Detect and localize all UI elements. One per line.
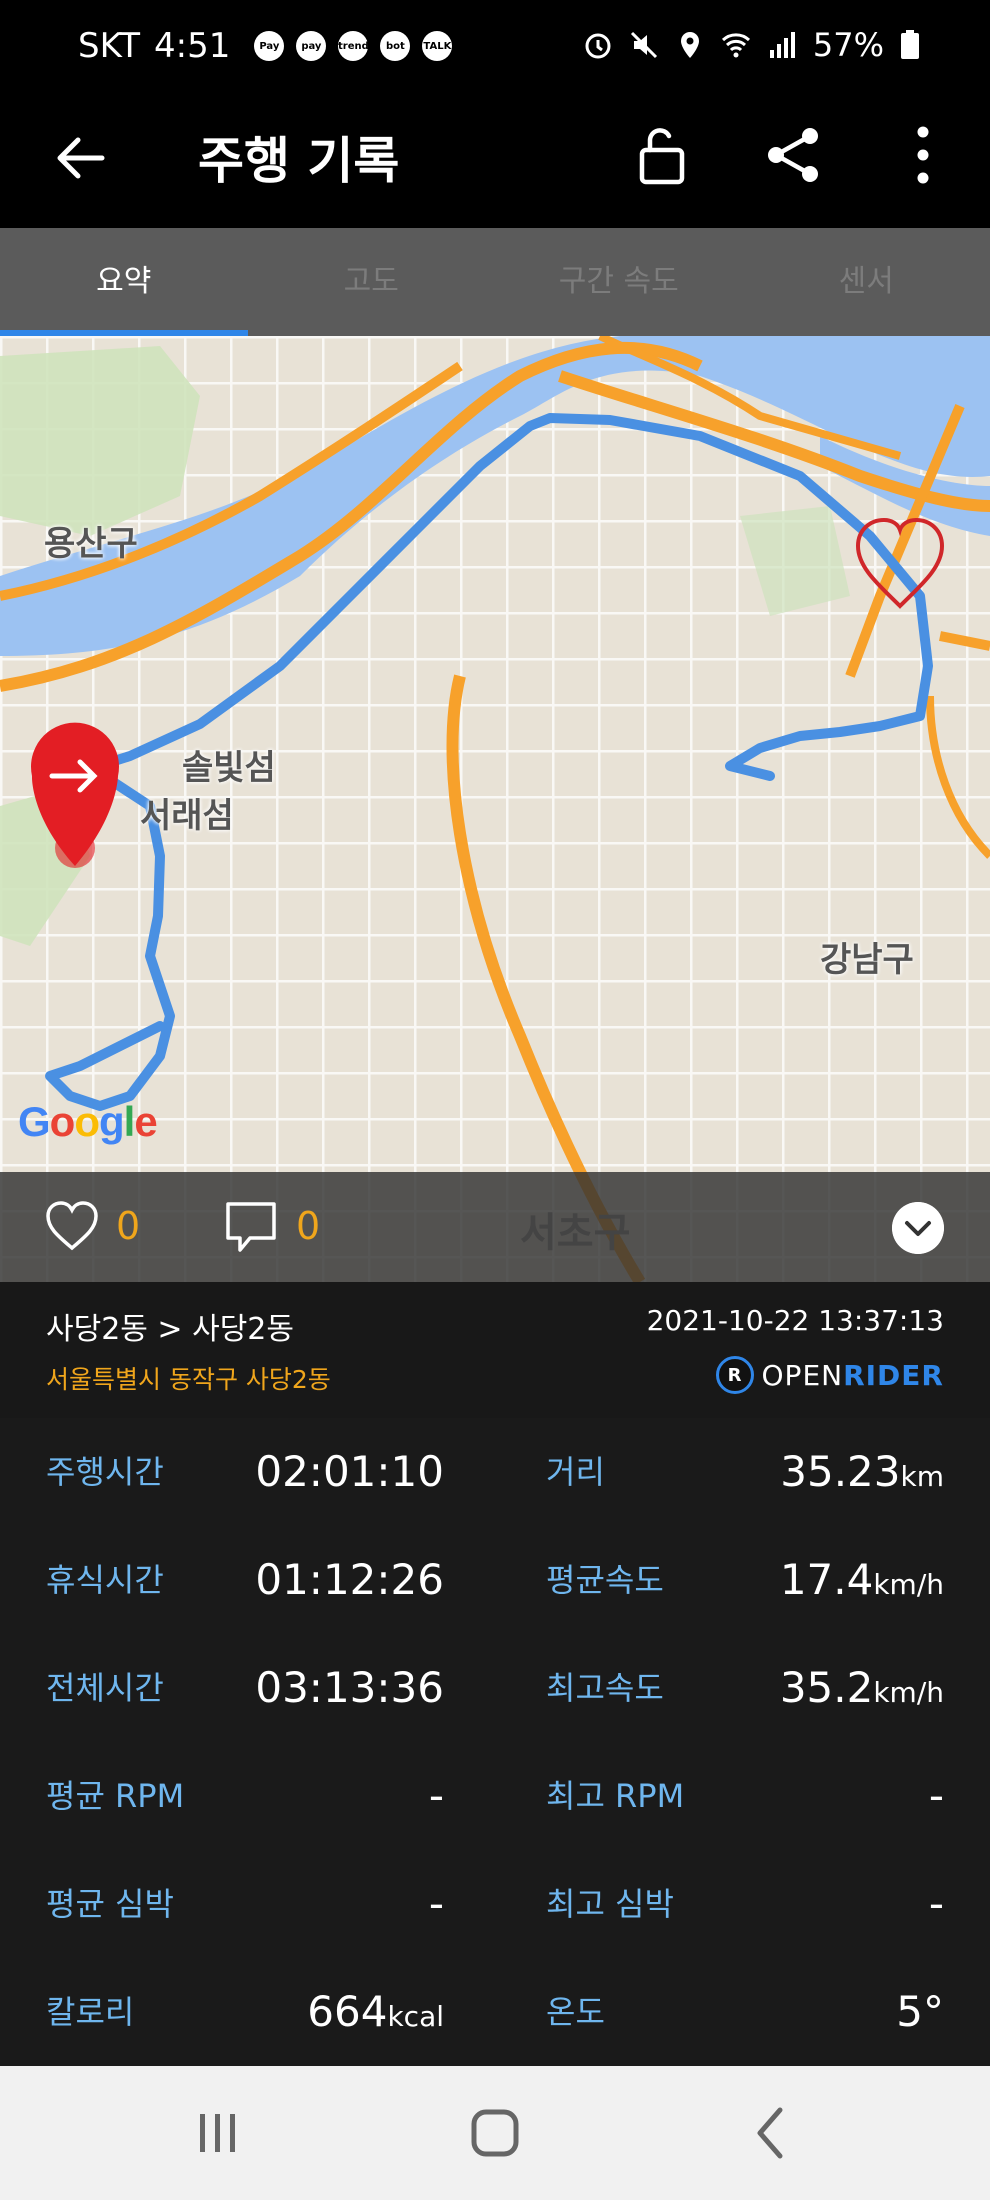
clock: 4:51 (154, 26, 231, 66)
map-label-gangnam: 강남구 (820, 940, 914, 980)
mute-icon (630, 31, 657, 59)
map-label-seocho: 서초구 (520, 1210, 631, 1256)
map-label-yongsan: 용산구 (44, 524, 138, 564)
like-count: 0 (116, 1204, 141, 1248)
home-icon[interactable] (458, 2096, 532, 2170)
stat-distance: 거리 35.23km (546, 1418, 944, 1526)
stat-value: 5° (896, 1987, 944, 2036)
openrider-icon: R (715, 1356, 754, 1394)
back-arrow-icon[interactable] (50, 128, 110, 188)
pay-alt-notification-icon: pay (296, 31, 327, 61)
bot-notification-icon: bot (380, 31, 411, 61)
stat-value: 35.2km/h (779, 1663, 944, 1712)
stat-label: 평균 심박 (46, 1885, 174, 1923)
carrier-label: SKT (78, 26, 141, 66)
stat-max-rpm: 최고 RPM - (546, 1742, 944, 1850)
stat-avg-rpm: 평균 RPM - (46, 1742, 444, 1850)
alarm-icon (585, 33, 611, 59)
stat-value: 01:12:26 (255, 1555, 444, 1604)
stat-value: - (928, 1771, 944, 1820)
stat-max-heart-rate: 최고 심박 - (546, 1850, 944, 1958)
like-heart-icon[interactable] (44, 1200, 100, 1252)
battery-icon (901, 30, 919, 59)
tab-sensor[interactable]: 센서 (743, 228, 990, 336)
recent-apps-icon[interactable] (180, 2096, 254, 2170)
tab-bar: 요약 고도 구간 속도 센서 (0, 228, 990, 336)
stat-value: 03:13:36 (255, 1663, 444, 1712)
share-icon[interactable] (760, 122, 826, 188)
stat-label: 주행시간 (46, 1453, 164, 1491)
tab-summary[interactable]: 요약 (0, 228, 248, 336)
unlock-icon[interactable] (628, 122, 694, 188)
stat-label: 최고속도 (546, 1669, 664, 1707)
route-map[interactable]: 용산구 솔빛섬 서래섬 강남구 Google (0, 336, 990, 1282)
pay-notification-icon: Pay (254, 31, 285, 61)
stat-label: 최고 심박 (546, 1885, 674, 1923)
talk-notification-icon: TALK (422, 31, 453, 61)
tab-altitude[interactable]: 고도 (248, 228, 496, 336)
comment-icon[interactable] (222, 1200, 280, 1256)
tab-section-speed[interactable]: 구간 속도 (495, 228, 743, 336)
status-left: SKT 4:51 Pay pay trend bot TALK (78, 26, 453, 66)
chevron-down-icon[interactable] (892, 1202, 944, 1254)
stat-label: 거리 (546, 1453, 605, 1491)
stat-value: 17.4km/h (779, 1555, 944, 1604)
nav-back-icon[interactable] (734, 2096, 808, 2170)
stat-value: - (428, 1771, 444, 1820)
stat-value: 35.23km (780, 1447, 944, 1496)
stat-value: - (928, 1879, 944, 1928)
status-right: 57% (583, 26, 920, 64)
page-title: 주행 기록 (198, 132, 400, 190)
stat-total-time: 전체시간 03:13:36 (46, 1634, 444, 1742)
openrider-wordmark: OPENRIDER (761, 1358, 944, 1392)
location-icon (680, 32, 699, 58)
signal-icon (769, 32, 795, 58)
map-label-sebitseom-1: 솔빛섬 (182, 748, 276, 788)
start-address: 서울특별시 동작구 사당2동 (46, 1365, 331, 1394)
stat-label: 전체시간 (46, 1669, 164, 1707)
stat-rest-time: 휴식시간 01:12:26 (46, 1526, 444, 1634)
ride-info-bar: 사당2동 > 사당2동 서울특별시 동작구 사당2동 2021-10-22 13… (0, 1282, 990, 1418)
stat-calories: 칼로리 664kcal (46, 1958, 444, 2066)
social-bar: 0 0 서초구 (0, 1172, 990, 1282)
stat-label: 휴식시간 (46, 1561, 164, 1599)
stat-label: 평균 RPM (46, 1777, 185, 1815)
stat-value: 02:01:10 (255, 1447, 444, 1496)
battery-percent: 57% (812, 26, 884, 64)
map-label-sebitseom-2: 서래섬 (140, 796, 234, 836)
stat-avg-heart-rate: 평균 심박 - (46, 1850, 444, 1958)
trend-notification-icon: trend (338, 31, 369, 61)
stat-label: 평균속도 (546, 1561, 664, 1599)
comment-count: 0 (296, 1204, 321, 1248)
status-bar: SKT 4:51 Pay pay trend bot TALK 57% (0, 0, 990, 98)
openrider-logo: R OPENRIDER (715, 1356, 944, 1394)
stat-avg-speed: 평균속도 17.4km/h (546, 1526, 944, 1634)
stat-riding-time: 주행시간 02:01:10 (46, 1418, 444, 1526)
more-options-icon[interactable] (900, 122, 946, 188)
system-nav-bar (0, 2066, 990, 2200)
stat-label: 칼로리 (46, 1993, 135, 2031)
ride-datetime: 2021-10-22 13:37:13 (646, 1304, 944, 1337)
stat-label: 온도 (546, 1993, 605, 2031)
notification-icons: Pay pay trend bot TALK (254, 31, 453, 61)
stat-label: 최고 RPM (546, 1777, 685, 1815)
ride-stats: 주행시간 02:01:10 거리 35.23km 휴식시간 01:12:26 평… (0, 1418, 990, 2066)
stat-temperature: 온도 5° (546, 1958, 944, 2066)
stat-max-speed: 최고속도 35.2km/h (546, 1634, 944, 1742)
route-summary: 사당2동 > 사당2동 (46, 1312, 294, 1347)
stat-value: - (428, 1879, 444, 1928)
wifi-icon (721, 33, 750, 58)
stat-value: 664kcal (307, 1987, 444, 2036)
google-logo: Google (18, 1098, 158, 1145)
app-bar: 주행 기록 (0, 98, 990, 228)
